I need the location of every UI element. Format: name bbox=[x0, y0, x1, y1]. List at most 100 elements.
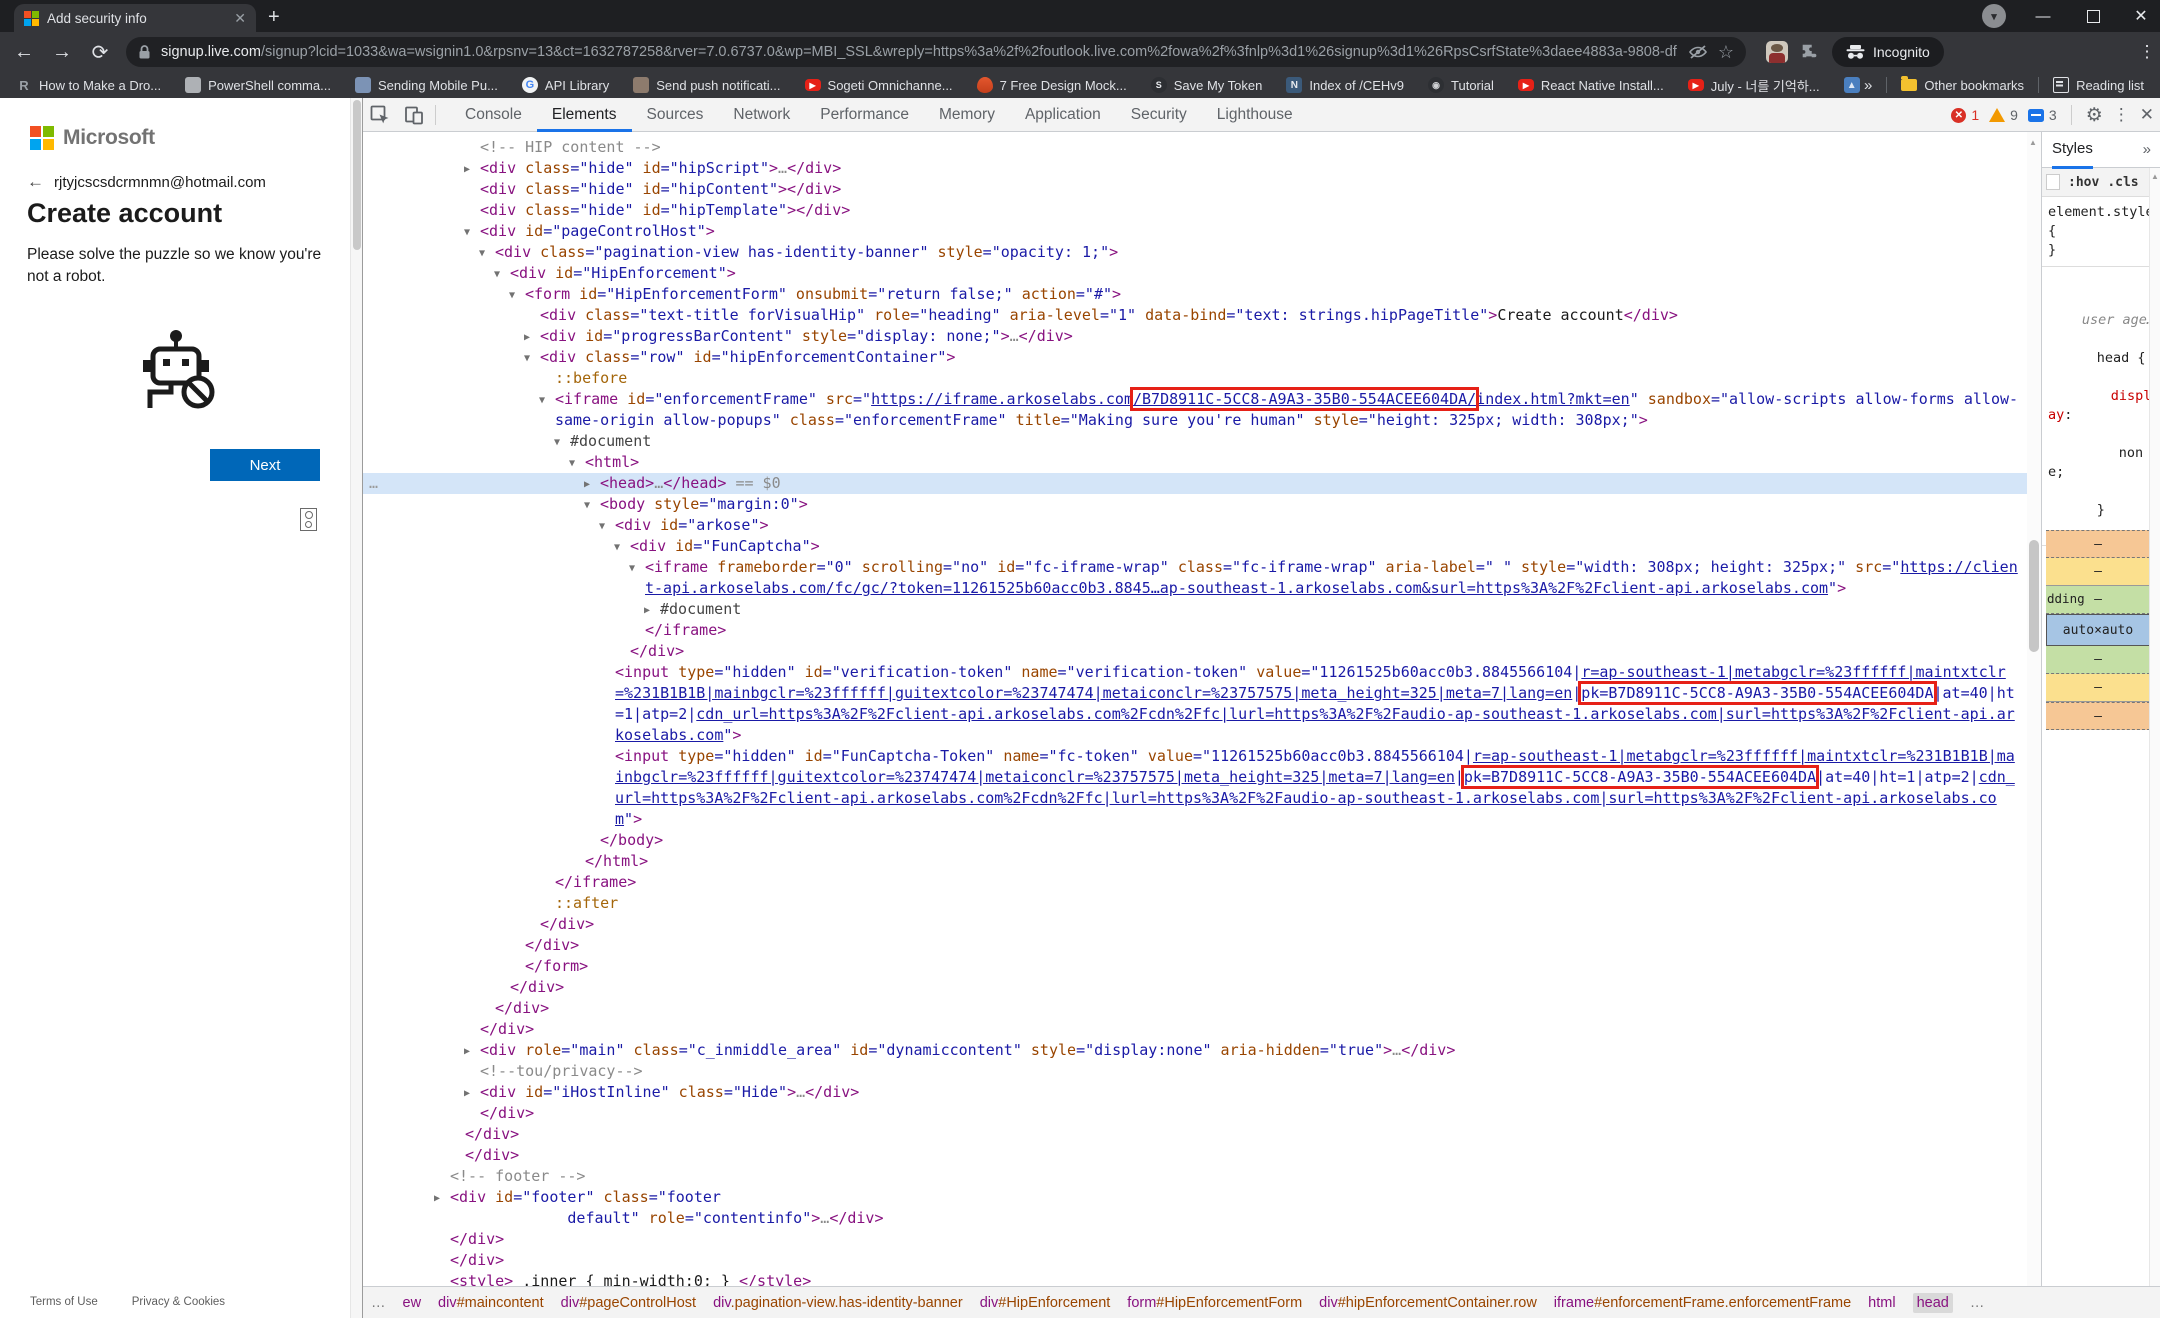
code-line[interactable]: <input type="hidden" id="FunCaptcha-Toke… bbox=[363, 746, 2027, 830]
code-line[interactable]: <div class="hide" id="hipTemplate"></div… bbox=[363, 200, 2027, 221]
maximize-button[interactable] bbox=[2078, 0, 2108, 32]
box-model-margin-top[interactable]: – bbox=[2046, 530, 2150, 558]
forward-button[interactable]: → bbox=[46, 32, 78, 72]
code-line[interactable]: </iframe> bbox=[363, 872, 2027, 893]
breadcrumb-item[interactable]: form#HipEnforcementForm bbox=[1127, 1295, 1302, 1311]
device-toolbar-icon[interactable] bbox=[397, 98, 431, 132]
bookmark-item[interactable]: NIndex of /CEHv9 bbox=[1286, 77, 1404, 93]
media-controls-button[interactable]: ▾ bbox=[1980, 0, 2008, 32]
expand-open-icon[interactable]: ▼ bbox=[479, 243, 485, 264]
bookmark-item[interactable]: GAPI Library bbox=[522, 77, 609, 93]
expand-open-icon[interactable]: ▼ bbox=[509, 285, 515, 306]
tab-close-icon[interactable]: ✕ bbox=[234, 10, 246, 27]
code-line[interactable]: </div> bbox=[363, 977, 2027, 998]
breadcrumb-ellipsis[interactable]: … bbox=[1970, 1295, 1985, 1311]
code-line[interactable]: ▼#document bbox=[363, 431, 2027, 452]
extension-avatar-icon[interactable] bbox=[1766, 41, 1788, 63]
bookmark-item[interactable]: ▶Sogeti Omnichanne... bbox=[805, 78, 953, 93]
browser-tab[interactable]: Add security info ✕ bbox=[14, 4, 256, 32]
breadcrumb-item[interactable]: div#maincontent bbox=[438, 1295, 544, 1311]
code-line[interactable]: </div> bbox=[363, 914, 2027, 935]
settings-gear-icon[interactable]: ⚙ bbox=[2086, 104, 2103, 127]
toggle-hov-button[interactable]: :hov bbox=[2068, 175, 2099, 190]
code-line[interactable]: </div> bbox=[363, 1019, 2027, 1040]
code-line[interactable]: </html> bbox=[363, 851, 2027, 872]
code-line[interactable]: </div> bbox=[363, 1103, 2027, 1124]
code-line[interactable]: ::before bbox=[363, 368, 2027, 389]
tab-application[interactable]: Application bbox=[1010, 98, 1116, 132]
expand-open-icon[interactable]: ▼ bbox=[569, 453, 575, 474]
code-line[interactable]: ▼<html> bbox=[363, 452, 2027, 473]
tab-sources[interactable]: Sources bbox=[632, 98, 719, 132]
toggle-cls-button[interactable]: .cls bbox=[2107, 175, 2138, 190]
accessibility-widget-icon[interactable] bbox=[300, 508, 317, 531]
bookmark-item[interactable]: 7 Free Design Mock... bbox=[977, 77, 1127, 93]
code-line[interactable]: ▼<div id="arkose"> bbox=[363, 515, 2027, 536]
code-line[interactable]: <input type="hidden" id="verification-to… bbox=[363, 662, 2027, 746]
breadcrumb-item[interactable]: html bbox=[1868, 1295, 1895, 1311]
code-line[interactable]: </div> bbox=[363, 998, 2027, 1019]
expand-closed-icon[interactable]: ▶ bbox=[464, 1041, 470, 1062]
tab-elements[interactable]: Elements bbox=[537, 98, 632, 132]
code-line[interactable]: ▶<div id="footer" class="footer bbox=[363, 1187, 2027, 1208]
back-button[interactable]: ← bbox=[8, 32, 40, 72]
breadcrumb-item[interactable]: div.pagination-view.has-identity-banner bbox=[713, 1295, 963, 1311]
code-line[interactable]: ▶#document bbox=[363, 599, 2027, 620]
breadcrumb-item[interactable]: div#pageControlHost bbox=[561, 1295, 696, 1311]
elements-scrollbar-thumb[interactable] bbox=[2029, 540, 2039, 652]
code-line[interactable]: ▼<iframe id="enforcementFrame" src="http… bbox=[363, 389, 2027, 431]
code-line[interactable]: <!--tou/privacy--> bbox=[363, 1061, 2027, 1082]
elements-scrollbar[interactable]: ▲ bbox=[2027, 132, 2041, 1286]
more-tabs-chevron[interactable]: » bbox=[2143, 141, 2151, 158]
other-bookmarks-button[interactable]: Other bookmarks bbox=[1901, 78, 2024, 93]
code-line[interactable]: ▼<div id="HipEnforcement"> bbox=[363, 263, 2027, 284]
element-style-rule[interactable]: element.style {} bbox=[2042, 197, 2160, 267]
bookmark-item[interactable]: ▶React Native Install... bbox=[1518, 78, 1664, 93]
minimize-button[interactable]: — bbox=[2028, 0, 2058, 32]
eye-blocked-icon[interactable] bbox=[1688, 44, 1708, 60]
code-line[interactable]: </div> bbox=[363, 1145, 2027, 1166]
code-line[interactable]: ▶<div id="iHostInline" class="Hide">…</d… bbox=[363, 1082, 2027, 1103]
box-model-padding-bottom[interactable]: – bbox=[2046, 646, 2150, 674]
code-line[interactable]: </div> bbox=[363, 1124, 2027, 1145]
breadcrumb-item[interactable]: iframe#enforcementFrame.enforcementFrame bbox=[1554, 1295, 1851, 1311]
css-property-value[interactable]: none; bbox=[2048, 445, 2143, 480]
bookmarks-overflow-chevron[interactable]: » bbox=[1864, 77, 1872, 94]
expand-open-icon[interactable]: ▼ bbox=[584, 495, 590, 516]
bookmark-item[interactable]: Sending Mobile Pu... bbox=[355, 77, 498, 93]
styles-filter-input[interactable] bbox=[2046, 174, 2060, 190]
box-model-border-top[interactable]: – bbox=[2046, 558, 2150, 586]
code-line[interactable]: ▼<form id="HipEnforcementForm" onsubmit=… bbox=[363, 284, 2027, 305]
tab-lighthouse[interactable]: Lighthouse bbox=[1202, 98, 1308, 132]
next-button[interactable]: Next bbox=[210, 449, 320, 481]
code-line[interactable]: ▶…<head>…</head> == $0 bbox=[363, 473, 2027, 494]
code-line[interactable]: ::after bbox=[363, 893, 2027, 914]
bookmark-item[interactable]: PowerShell comma... bbox=[185, 77, 331, 93]
code-line[interactable]: <style> .inner { min-width:0; } </style> bbox=[363, 1271, 2027, 1286]
expand-open-icon[interactable]: ▼ bbox=[599, 516, 605, 537]
code-line[interactable]: <div class="hide" id="hipContent"></div> bbox=[363, 179, 2027, 200]
box-model-padding-top[interactable]: dding– bbox=[2046, 586, 2150, 614]
devtools-close-icon[interactable]: ✕ bbox=[2140, 105, 2154, 125]
tab-security[interactable]: Security bbox=[1116, 98, 1202, 132]
code-line[interactable]: ▶<div class="hide" id="hipScript">…</div… bbox=[363, 158, 2027, 179]
reload-button[interactable]: ⟳ bbox=[84, 32, 116, 72]
bookmark-item[interactable]: Send push notificati... bbox=[633, 77, 780, 93]
devtools-menu-icon[interactable]: ⋮ bbox=[2113, 105, 2130, 125]
expand-closed-icon[interactable]: ▶ bbox=[464, 159, 470, 180]
tab-styles[interactable]: Styles bbox=[2052, 130, 2093, 169]
expand-closed-icon[interactable]: ▶ bbox=[464, 1083, 470, 1104]
tab-memory[interactable]: Memory bbox=[924, 98, 1010, 132]
expand-closed-icon[interactable]: ▶ bbox=[434, 1188, 440, 1209]
window-close-button[interactable]: ✕ bbox=[2126, 0, 2156, 32]
code-line[interactable]: <!-- footer --> bbox=[363, 1166, 2027, 1187]
warning-badge[interactable]: 9 bbox=[1989, 107, 2018, 123]
page-scrollbar-thumb[interactable] bbox=[353, 100, 361, 250]
user-agent-rule[interactable]: user age… head { display: none; } bbox=[2042, 267, 2160, 546]
breadcrumb-item[interactable]: ew bbox=[403, 1295, 422, 1311]
new-tab-button[interactable]: + bbox=[268, 4, 280, 30]
scrollbar-up-icon[interactable]: ▲ bbox=[2151, 172, 2159, 181]
inspect-element-icon[interactable] bbox=[363, 98, 397, 132]
extensions-puzzle-icon[interactable] bbox=[1800, 42, 1820, 62]
code-line[interactable]: ▼<div class="pagination-view has-identit… bbox=[363, 242, 2027, 263]
